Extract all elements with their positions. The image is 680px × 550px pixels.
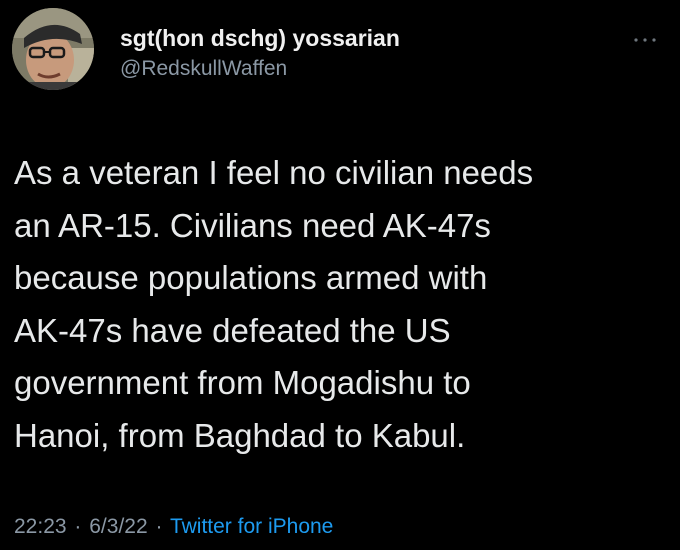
tweet-text-line: As a veteran I feel no civilian needs	[14, 154, 534, 191]
tweet-text-line: an AR-15. Civilians need AK-47s	[14, 206, 491, 244]
tweet-text: As a veteran I feel no civilian needs an…	[14, 147, 664, 462]
author-block: sgt(hon dschg) yossarian @RedskullWaffen	[120, 24, 400, 82]
tweet-time[interactable]: 22:23	[14, 515, 67, 538]
tweet-text-line: because populations armed with	[14, 259, 488, 296]
tweet-card: sgt(hon dschg) yossarian @RedskullWaffen…	[0, 0, 680, 550]
tweet-text-line: Hanoi, from Baghdad to Kabul.	[14, 416, 466, 454]
meta-separator: ·	[155, 515, 163, 538]
user-photo-avatar-icon	[12, 8, 94, 90]
tweet-text-line: AK-47s have defeated the US	[14, 311, 451, 349]
tweet-date[interactable]: 6/3/22	[89, 515, 147, 538]
tweet-text-line: government from Mogadishu to	[14, 364, 471, 401]
author-display-name[interactable]: sgt(hon dschg) yossarian	[120, 24, 400, 52]
avatar[interactable]	[12, 8, 94, 90]
author-handle[interactable]: @RedskullWaffen	[120, 56, 400, 82]
ellipsis-icon	[634, 38, 656, 42]
meta-separator: ·	[74, 515, 82, 538]
tweet-source-link[interactable]: Twitter for iPhone	[170, 515, 333, 538]
more-options-button[interactable]	[630, 34, 660, 46]
tweet-metadata: 22:23 · 6/3/22 · Twitter for iPhone	[14, 513, 333, 541]
